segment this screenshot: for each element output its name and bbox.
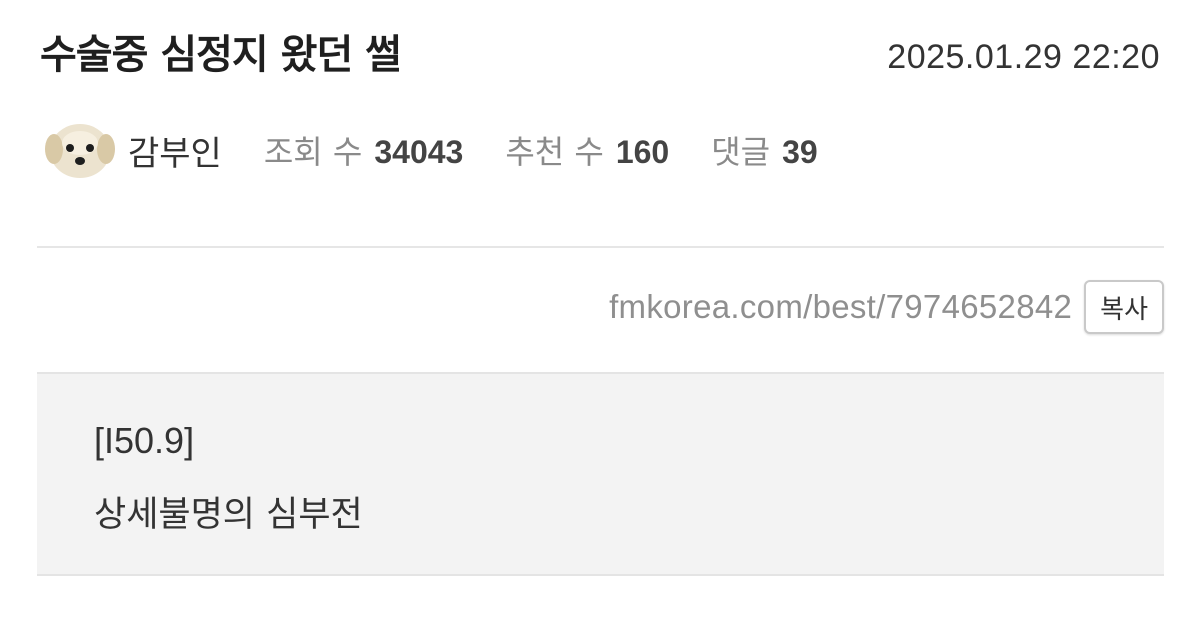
link-row: fmkorea.com/best/7974652842 복사 — [609, 280, 1164, 334]
recommend-value: 160 — [615, 134, 670, 170]
post-date: 2025.01.29 22:20 — [887, 38, 1160, 76]
diagnosis-code: [I50.9] — [94, 420, 195, 461]
post-meta: 감부인 조회 수 34043 추천 수 160 댓글 39 — [44, 120, 860, 180]
post-content: [I50.9] 상세불명의 심부전 — [37, 372, 1164, 576]
views-label: 조회 수 — [263, 133, 363, 171]
post-url[interactable]: fmkorea.com/best/7974652842 — [609, 288, 1072, 326]
comments-value: 39 — [782, 134, 818, 170]
header-divider — [37, 246, 1164, 248]
diagnosis-description: 상세불명의 심부전 — [94, 495, 363, 535]
comments-label: 댓글 — [711, 133, 771, 171]
author-name[interactable]: 감부인 — [128, 126, 222, 175]
recommend-stat: 추천 수 160 — [505, 127, 669, 173]
views-value: 34043 — [374, 134, 464, 170]
comments-stat: 댓글 39 — [711, 127, 817, 173]
puppy-avatar-icon[interactable] — [44, 119, 116, 181]
post-title: 수술중 심정지 왔던 썰 — [40, 32, 402, 78]
copy-button[interactable]: 복사 — [1084, 280, 1164, 334]
views-stat: 조회 수 34043 — [264, 127, 463, 173]
recommend-label: 추천 수 — [505, 133, 604, 171]
